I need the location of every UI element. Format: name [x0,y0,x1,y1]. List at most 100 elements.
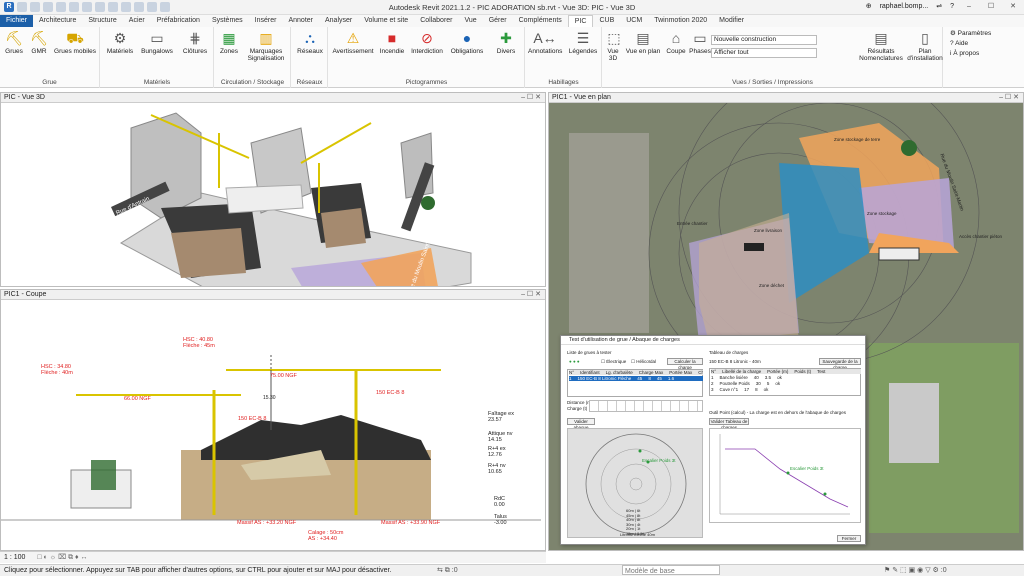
vue-plan-tool[interactable]: ▤ Vue en plan [623,29,663,56]
avertissement-tool[interactable]: ⚠ Avertissement [331,29,375,56]
3d-model-canvas[interactable]: Rue d'Antrain Rue du Moulin Saint-Martin [1,103,546,287]
tab-syst-mes[interactable]: Systèmes [206,15,249,27]
ngf1-label: 66.00 NGF [124,396,151,402]
marquages-tool[interactable]: ▥ Marquages Signalisation [243,29,289,63]
cart-icon[interactable]: ⇌ [936,2,942,10]
calc-button[interactable]: Calculer la charge [667,358,703,370]
load-grid[interactable] [589,400,703,412]
grues-mobiles-tool[interactable]: ⛟ Grues mobiles [52,29,98,56]
coupe-tool[interactable]: ⌂ Coupe [663,29,689,56]
view-controls[interactable]: – ☐ ✕ [521,290,541,300]
tab-ucm[interactable]: UCM [620,15,648,27]
tab-compl-ments[interactable]: Compléments [513,15,568,27]
tab-cub[interactable]: CUB [593,15,620,27]
group-habillages: A↔ Annotations ☰ Légendes Habillages [526,27,602,88]
section-canvas[interactable] [1,300,546,551]
close-button[interactable]: ✕ [1006,2,1020,10]
maximize-button[interactable]: ☐ [984,2,998,10]
tab-structure[interactable]: Structure [82,15,122,27]
abaque-button[interactable]: Valider abaque [567,418,595,430]
phases-tool[interactable]: ▭ Phases [689,29,711,56]
obligations-tool[interactable]: ● Obligations [447,29,487,56]
grues-tool[interactable]: ⛏ Grues [3,29,25,56]
phase-select[interactable]: Nouvelle construction [711,35,817,45]
tab-fichier[interactable]: Fichier [0,15,34,27]
tab-acier[interactable]: Acier [123,15,151,27]
tab-vue[interactable]: Vue [459,15,483,27]
level-rdc: RdC 0.00 [494,496,506,508]
crane-test-dialog[interactable]: Test d'utilisation de grue / Abaque de c… [560,335,866,545]
load-table-row[interactable]: 2 Poutrelle Poids 30 5 ok [711,381,861,386]
tab-architecture[interactable]: Architecture [33,15,82,27]
parametres-link[interactable]: ⚙ Paramètres [950,29,991,39]
label-livraison: Zone livraison [754,228,783,233]
view-control-icons[interactable]: □ ◐ ☼ ⌧ ⧉ ♦ ↔ [37,554,87,561]
warning-icon: ⚠ [346,29,360,46]
apropos-link[interactable]: i À propos [950,49,991,59]
fence-icon: ⋕ [189,29,201,46]
help-icon[interactable]: ⊕ [866,2,872,10]
interdiction-tool[interactable]: ⊘ Interdiction [409,29,445,56]
scale-value[interactable]: 1 : 100 [4,554,25,561]
user-name[interactable]: raphael.bomp... [880,3,929,10]
resultats-tool[interactable]: ▤ Résultats Nomenclatures [853,29,909,63]
check-helico[interactable]: ☐ Hélicoïdal [631,359,656,365]
tool-label: Phases [689,48,711,55]
tool-label: Grues mobiles [54,48,96,55]
legendes-tool[interactable]: ☰ Légendes [566,29,600,56]
load-table-row[interactable]: 1 Banche lisière 40 3.5 ok [711,375,861,380]
view-controls[interactable]: – ☐ ✕ [521,93,541,103]
ribbon: ⛏ Grues ⛏ GMR ⛟ Grues mobiles Grue ⚙ Matérie… [0,27,1024,88]
check-electrique[interactable]: ☐ Électrique [601,359,626,365]
aide-link[interactable]: ? Aide [950,39,991,49]
save-load-button[interactable]: Sauvegarde de la charge [819,358,861,370]
tab-ins-rer[interactable]: Insérer [249,15,283,27]
level-attique: Attique nv 14.15 [488,431,513,443]
model-select[interactable]: Modèle de base [622,565,720,575]
view-coupe[interactable]: PIC1 - Coupe – ☐ ✕ HSC : 34.80 Flèche : 40… [0,289,546,551]
tab-pic[interactable]: PIC [567,15,594,27]
divers-tool[interactable]: ✚ Divers [491,29,521,56]
tool-label: Vue en plan [625,48,661,55]
annotations-tool[interactable]: A↔ Annotations [528,29,562,56]
zones-tool[interactable]: ▦ Zones [218,29,240,56]
tab-volume-et-site[interactable]: Volume et site [358,15,414,27]
radius-diagram[interactable]: Escalier Poids 3t 60m | 6t 45m | 8t 40m | … [567,428,703,538]
calage-label: Calage : 50cm AS : +34.40 [308,530,344,542]
table-cell: Banche lisière [719,375,748,380]
gmr-tool[interactable]: ⛏ GMR [28,29,50,56]
group-title: Vues / Sorties / Impressions [732,79,813,86]
status-icons[interactable]: ⇆ ⧉ :0 [437,565,458,576]
tool-label: GMR [31,48,47,55]
table-cell: Cuve n°1 [719,387,739,392]
clotures-tool[interactable]: ⋕ Clôtures [179,29,211,56]
incendie-tool[interactable]: ■ Incendie [377,29,407,56]
minimize-button[interactable]: – [962,3,976,10]
bungalows-tool[interactable]: ▭ Bungalows [139,29,175,56]
add-icon[interactable]: ● ● ● [569,359,580,364]
tab-twinmotion-2020[interactable]: Twinmotion 2020 [648,15,713,27]
crane-table-row[interactable]: 1 150 EC-B 8 Litronic Flèche 45 8 45 1.6 [569,376,703,381]
tab-collaborer[interactable]: Collaborer [414,15,458,27]
phases-icon: ▭ [693,29,707,46]
phase-filter-select[interactable]: Afficher tout [711,48,817,58]
table-cell: 150 EC-B 8 Litronic Flèche [577,376,632,381]
load-table-row[interactable]: 3 Cuve n°1 17 8 ok [711,387,861,392]
table-cell: 5 [766,381,770,386]
tab-g-rer[interactable]: Gérer [483,15,513,27]
status-right-icons[interactable]: ⚑ ✎ ⬚ ▣ ◉ ▽ ⚙ :0 [884,565,947,576]
plan-installation-tool[interactable]: ▯ Plan d'installation [907,29,943,63]
tab-analyser[interactable]: Analyser [319,15,358,27]
question-icon[interactable]: ? [950,3,954,10]
materiels-tool[interactable]: ⚙ Matériels [105,29,135,56]
close-dialog-button[interactable]: Fermer [837,535,861,542]
tab-modifier[interactable]: Modifier [713,15,750,27]
view-controls[interactable]: – ☐ ✕ [999,93,1019,103]
load-curve-chart[interactable]: Escalier Poids 3t [709,428,861,523]
vue3d-tool[interactable]: ⬚ Vue 3D [605,29,621,63]
view-3d[interactable]: PIC - Vue 3D – ☐ ✕ Rue d'Antrain Rue du M… [0,92,546,287]
tab-pr-fabrication[interactable]: Préfabrication [151,15,206,27]
tab-annoter[interactable]: Annoter [282,15,319,27]
tableau-button[interactable]: Valider Tableau de charges [709,418,749,430]
reseaux-tool[interactable]: ⛬ Réseaux [296,29,324,56]
